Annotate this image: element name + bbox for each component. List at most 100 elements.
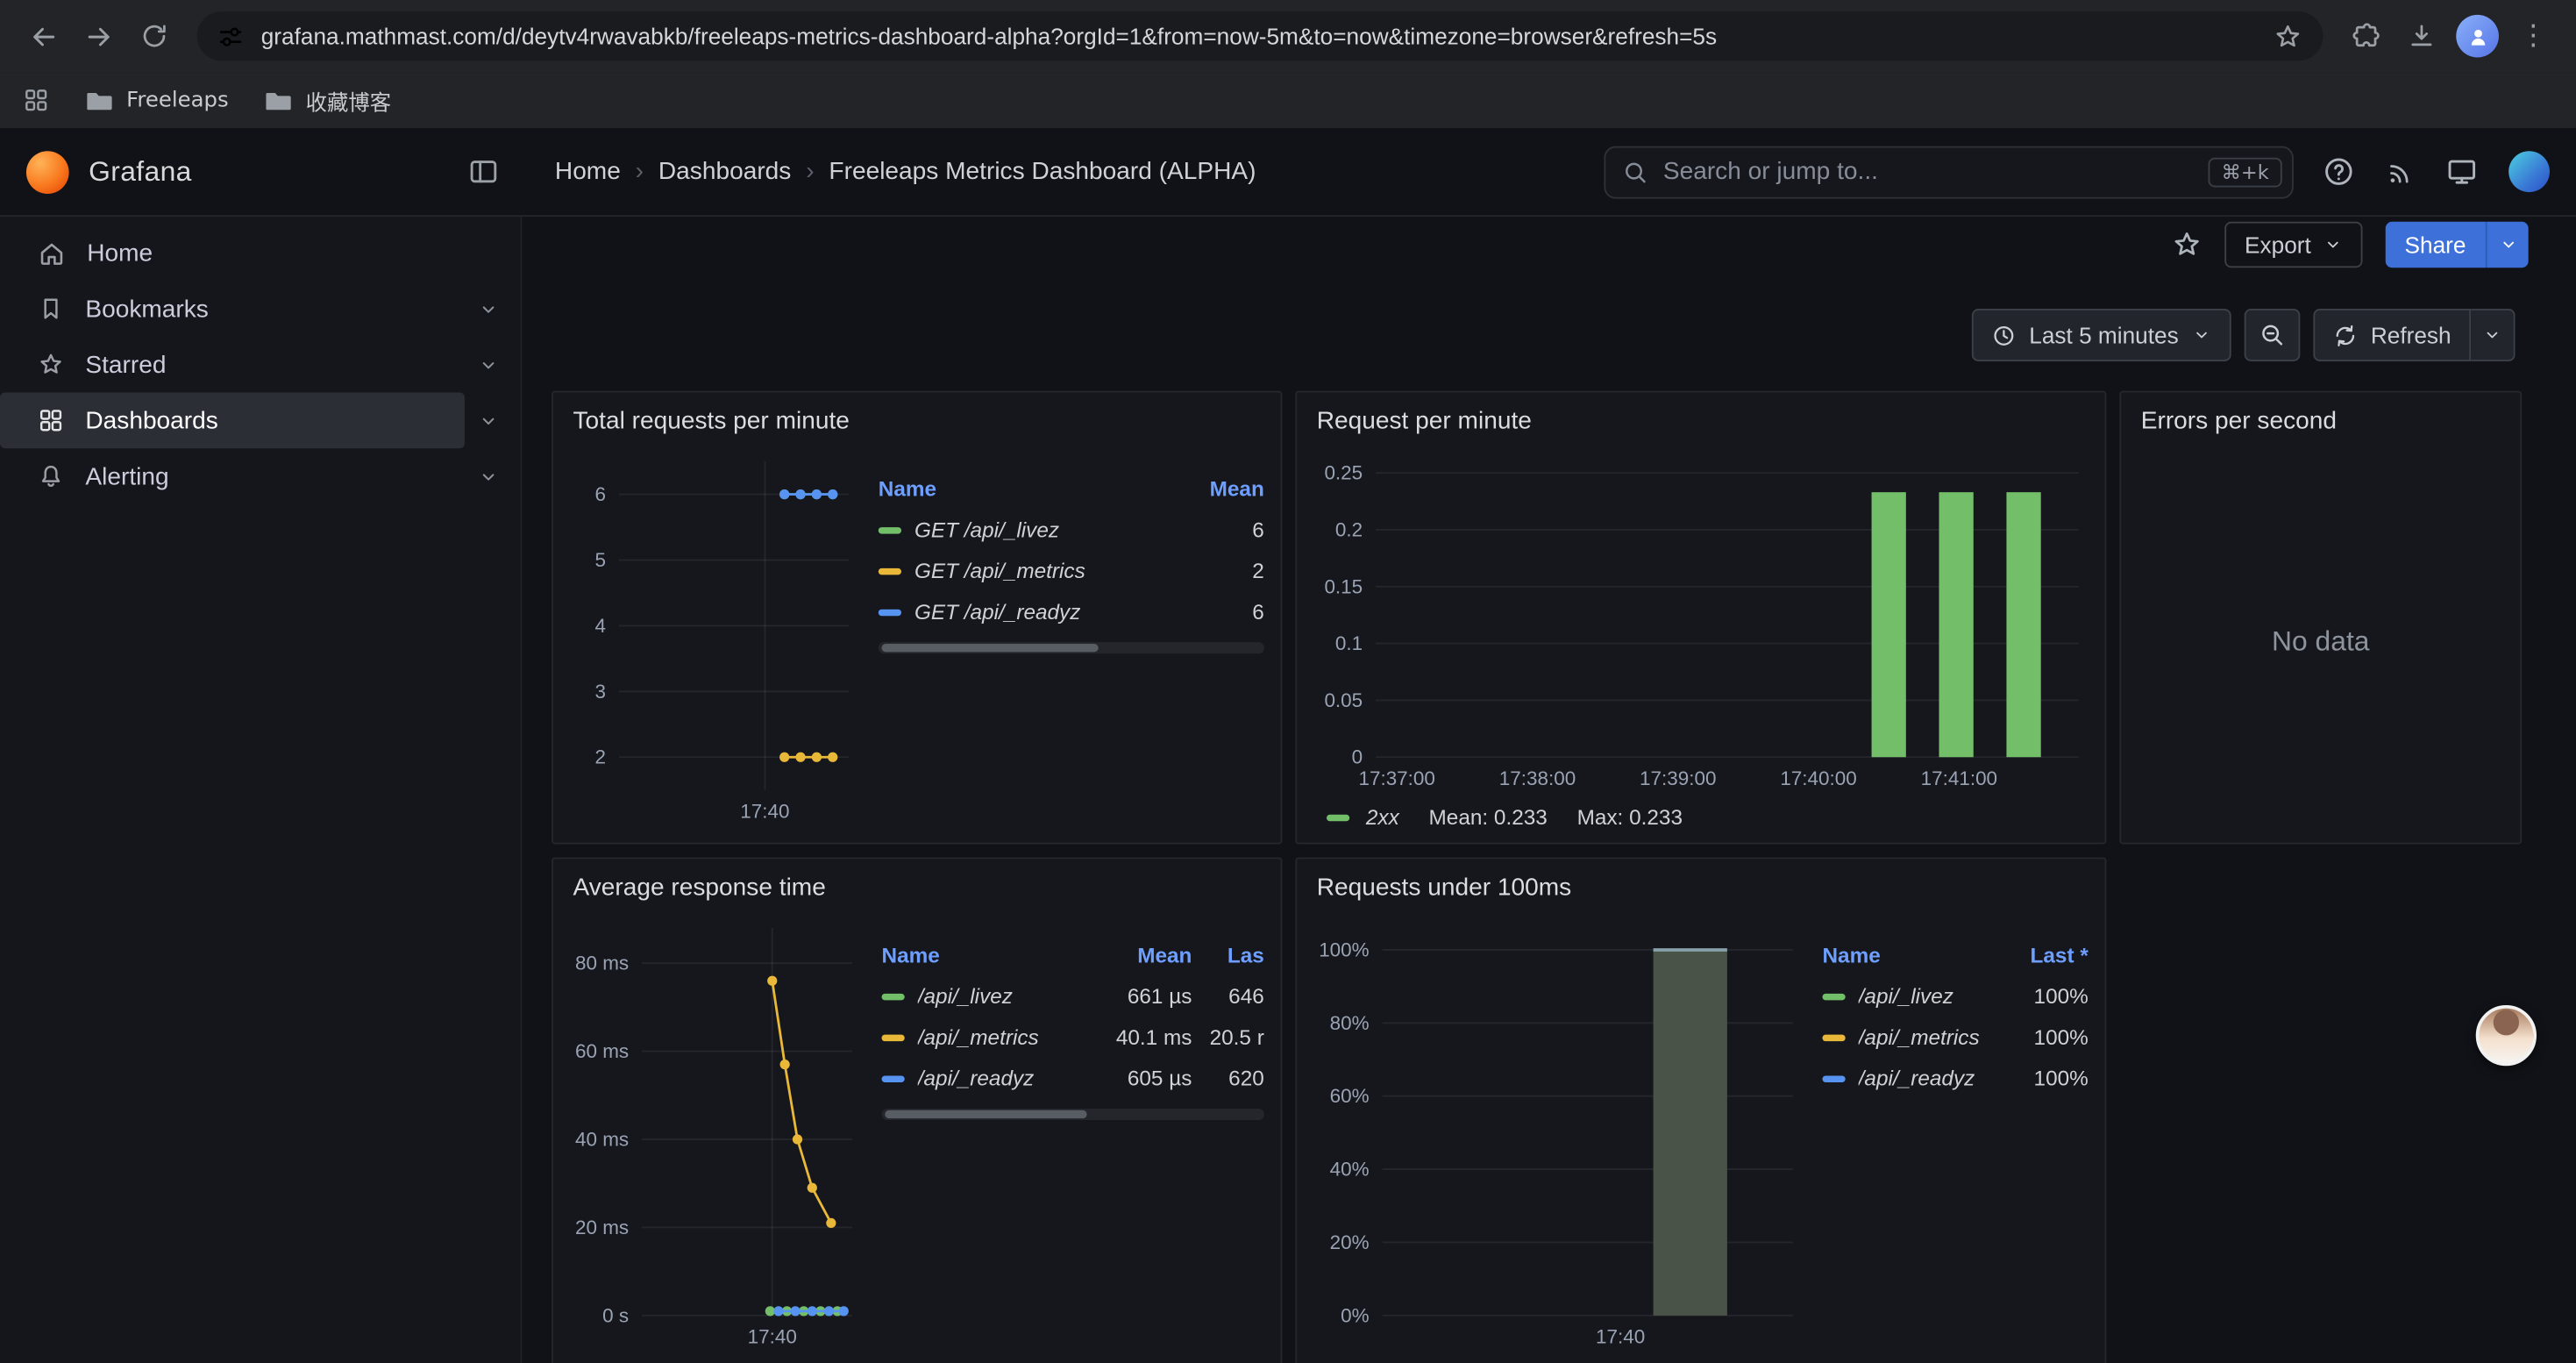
legend-col-header[interactable]: Name [882, 943, 1087, 967]
legend-scrollbar[interactable] [879, 642, 1264, 653]
help-icon[interactable] [2323, 156, 2355, 188]
legend-row[interactable]: GET /api/_readyz6 [879, 591, 1264, 632]
panel-errors-per-second: Errors per second No data [2119, 391, 2522, 845]
legend-col-header[interactable]: Last * [1983, 943, 2089, 967]
request-per-minute-chart[interactable]: 0.250.20.150.10.05017:37:0017:38:0017:39… [1313, 448, 2092, 796]
panel-title[interactable]: Total requests per minute [553, 393, 1281, 449]
sidebar-toggle-icon[interactable] [468, 156, 500, 188]
requests-under-100ms-chart[interactable]: 100%80%60%40%20%0%17:40 [1313, 915, 1806, 1355]
sidebar-item-starred[interactable]: Starred [0, 337, 521, 393]
browser-profile-avatar[interactable] [2456, 15, 2499, 58]
svg-text:20%: 20% [1330, 1231, 1370, 1253]
legend-value: 661 µs [1087, 984, 1192, 1009]
panel-title[interactable]: Average response time [553, 859, 1281, 915]
legend-row[interactable]: GET /api/_metrics2 [879, 550, 1264, 591]
scrollbar-thumb[interactable] [885, 1110, 1087, 1118]
zoom-out-button[interactable] [2245, 309, 2301, 361]
bookmark-folder-blogs[interactable]: 收藏博客 [265, 84, 391, 116]
bookmark-star-icon[interactable] [2260, 10, 2313, 62]
search-icon [1622, 159, 1648, 185]
svg-text:17:41:00: 17:41:00 [1921, 767, 1997, 789]
legend-series-name[interactable]: 2xx [1366, 805, 1399, 830]
legend-series-name[interactable]: /api/_readyz [1859, 1066, 1975, 1090]
legend-row[interactable]: /api/_metrics40.1 ms20.5 r [882, 1017, 1264, 1058]
legend-series-name[interactable]: GET /api/_readyz [914, 599, 1080, 624]
breadcrumb-home[interactable]: Home [555, 158, 621, 186]
refresh-button[interactable]: Refresh [2313, 309, 2471, 361]
back-button[interactable] [17, 10, 69, 62]
legend-series-name[interactable]: /api/_metrics [1859, 1024, 1980, 1049]
sidebar-item-dashboards[interactable]: Dashboards [0, 393, 521, 449]
extensions-icon[interactable] [2339, 10, 2392, 62]
share-button[interactable]: Share [2385, 222, 2486, 268]
legend-col-header[interactable]: Mean [1087, 943, 1192, 967]
legend-col-header[interactable]: Las [1192, 943, 1263, 967]
monitor-icon[interactable] [2446, 156, 2478, 188]
news-rss-icon[interactable] [2386, 157, 2416, 187]
favorite-star-icon[interactable] [2173, 230, 2202, 260]
url-bar[interactable]: grafana.mathmast.com/d/deytv4rwavabkb/fr… [197, 11, 2323, 61]
breadcrumb-dashboards[interactable]: Dashboards [658, 158, 791, 186]
legend-row[interactable]: /api/_livez100% [1822, 975, 2088, 1017]
legend-series-name[interactable]: /api/_readyz [918, 1066, 1035, 1090]
legend-row[interactable]: /api/_readyz605 µs620 [882, 1058, 1264, 1099]
refresh-interval-chevron[interactable] [2471, 309, 2516, 361]
legend-value: 100% [1983, 1066, 2089, 1090]
no-data-text: No data [2138, 448, 2504, 836]
site-settings-icon[interactable] [217, 22, 245, 50]
browser-menu-icon[interactable]: ⋮ [2507, 10, 2559, 62]
legend-header: NameMean [879, 468, 1264, 510]
panel-title[interactable]: Errors per second [2121, 393, 2520, 449]
sidebar-item-alerting[interactable]: Alerting [0, 448, 521, 504]
svg-text:17:38:00: 17:38:00 [1499, 767, 1576, 789]
forward-button[interactable] [72, 10, 125, 62]
legend-series-name[interactable]: /api/_livez [918, 984, 1013, 1009]
legend-row[interactable]: /api/_readyz 100% [1822, 1058, 2088, 1099]
sidebar-item-home[interactable]: Home [0, 225, 521, 282]
reload-button[interactable] [128, 10, 181, 62]
assistant-avatar-float[interactable] [2476, 1005, 2537, 1066]
bookmark-folder-freeleaps[interactable]: Freeleaps [85, 86, 228, 114]
user-avatar[interactable] [2508, 151, 2550, 192]
svg-text:17:39:00: 17:39:00 [1640, 767, 1716, 789]
svg-text:40%: 40% [1330, 1159, 1370, 1181]
legend-row[interactable]: GET /api/_livez6 [879, 509, 1264, 550]
legend-series-name[interactable]: /api/_metrics [918, 1024, 1039, 1049]
chevron-down-icon[interactable] [465, 286, 510, 332]
legend-row[interactable]: /api/_metrics100% [1822, 1017, 2088, 1058]
legend-col-header[interactable]: Name [1822, 943, 1983, 967]
chevron-down-icon[interactable] [465, 453, 510, 499]
series-color-dash [882, 1034, 905, 1040]
svg-text:17:37:00: 17:37:00 [1358, 767, 1434, 789]
legend-col-header[interactable]: Name [879, 476, 1166, 501]
time-range-picker[interactable]: Last 5 minutes [1972, 309, 2231, 361]
grafana-logo[interactable] [26, 150, 69, 193]
legend-scrollbar[interactable] [882, 1109, 1264, 1120]
legend-series-name[interactable]: GET /api/_metrics [914, 559, 1085, 583]
legend-row[interactable]: /api/_livez661 µs646 [882, 975, 1264, 1017]
legend-series-name[interactable]: GET /api/_livez [914, 517, 1059, 542]
legend-value: 20.5 r [1192, 1024, 1263, 1049]
share-menu-chevron[interactable] [2486, 222, 2529, 268]
sidebar-item-bookmarks[interactable]: Bookmarks [0, 281, 521, 337]
legend[interactable]: 2xxMean: 0.233Max: 0.233 [1313, 796, 2089, 829]
legend-series-name[interactable]: /api/_livez [1859, 984, 1953, 1009]
total-requests-chart[interactable]: 6543217:40 [570, 448, 862, 829]
downloads-icon[interactable] [2395, 10, 2448, 62]
search-input[interactable]: Search or jump to... ⌘+k [1604, 146, 2293, 198]
scrollbar-thumb[interactable] [882, 644, 1098, 652]
panel-title[interactable]: Request per minute [1297, 393, 2104, 449]
svg-text:100%: 100% [1319, 938, 1369, 960]
legend-col-header[interactable]: Mean [1165, 476, 1263, 501]
chevron-down-icon[interactable] [465, 397, 510, 443]
dashboards-grid-icon [38, 407, 64, 433]
export-button[interactable]: Export [2225, 222, 2362, 268]
star-icon [38, 352, 64, 378]
chart-svg: 80 ms60 ms40 ms20 ms0 s17:40 [570, 915, 865, 1355]
chevron-down-icon[interactable] [465, 341, 510, 387]
bookmarks-bar: Freeleaps 收藏博客 [0, 72, 2576, 128]
home-icon [38, 239, 66, 267]
average-response-time-chart[interactable]: 80 ms60 ms40 ms20 ms0 s17:40 [570, 915, 865, 1355]
panel-title[interactable]: Requests under 100ms [1297, 859, 2104, 915]
apps-grid-icon[interactable] [23, 87, 49, 113]
